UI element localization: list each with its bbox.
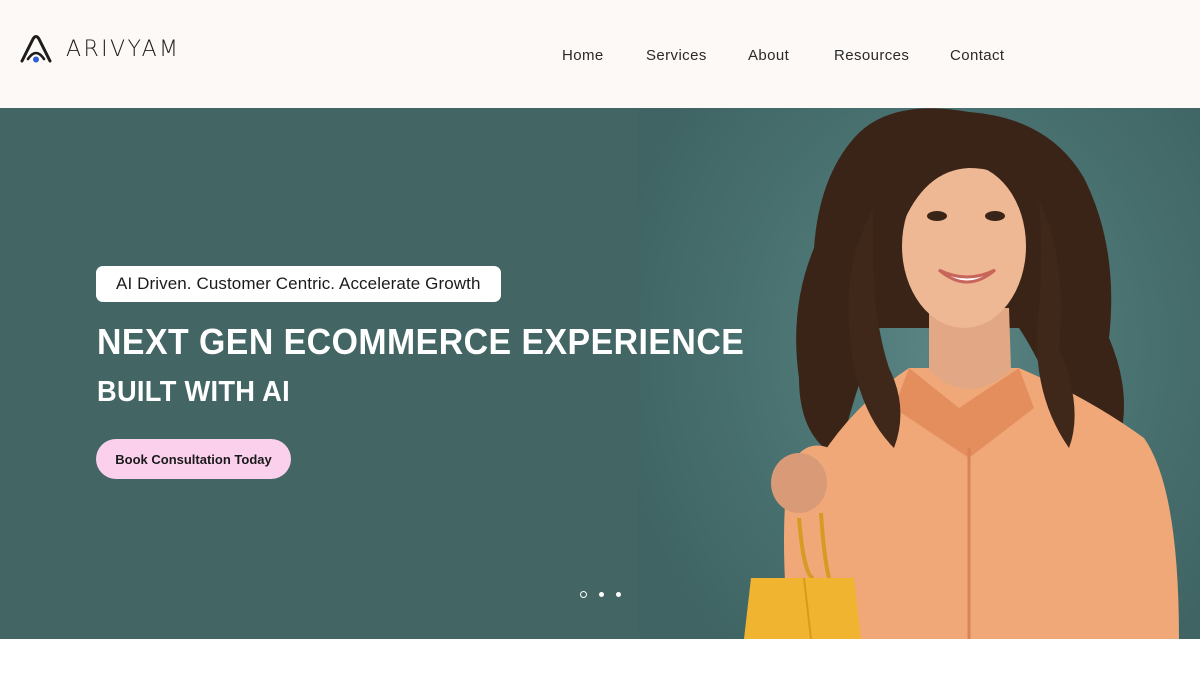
- hero-photo: [639, 108, 1200, 639]
- nav-item-resources[interactable]: Resources: [834, 47, 909, 64]
- nav-item-services[interactable]: Services: [646, 47, 707, 64]
- slider-pagination: [580, 591, 633, 598]
- brand-logo[interactable]: ARIVYAM: [19, 33, 180, 65]
- slider-dot[interactable]: [580, 591, 587, 598]
- hero-banner: AI Driven. Customer Centric. Accelerate …: [0, 108, 1200, 639]
- nav-item-home[interactable]: Home: [562, 47, 604, 64]
- slider-dot[interactable]: [599, 592, 604, 597]
- slider-dot[interactable]: [616, 592, 621, 597]
- hero-tagline: AI Driven. Customer Centric. Accelerate …: [96, 266, 501, 302]
- hero-title: NEXT GEN ECOMMERCE EXPERIENCE: [97, 321, 745, 362]
- arivyam-logo-icon: [20, 35, 52, 63]
- woman-with-shopping-bag-image: [744, 108, 1179, 639]
- nav-item-contact[interactable]: Contact: [950, 47, 1005, 64]
- book-consultation-button[interactable]: Book Consultation Today: [96, 439, 291, 479]
- hero-subtitle: BUILT WITH AI: [97, 376, 290, 408]
- brand-name: ARIVYAM: [66, 36, 181, 62]
- nav-item-about[interactable]: About: [748, 47, 789, 64]
- site-header: ARIVYAM Home Services About Resources Co…: [0, 0, 1200, 108]
